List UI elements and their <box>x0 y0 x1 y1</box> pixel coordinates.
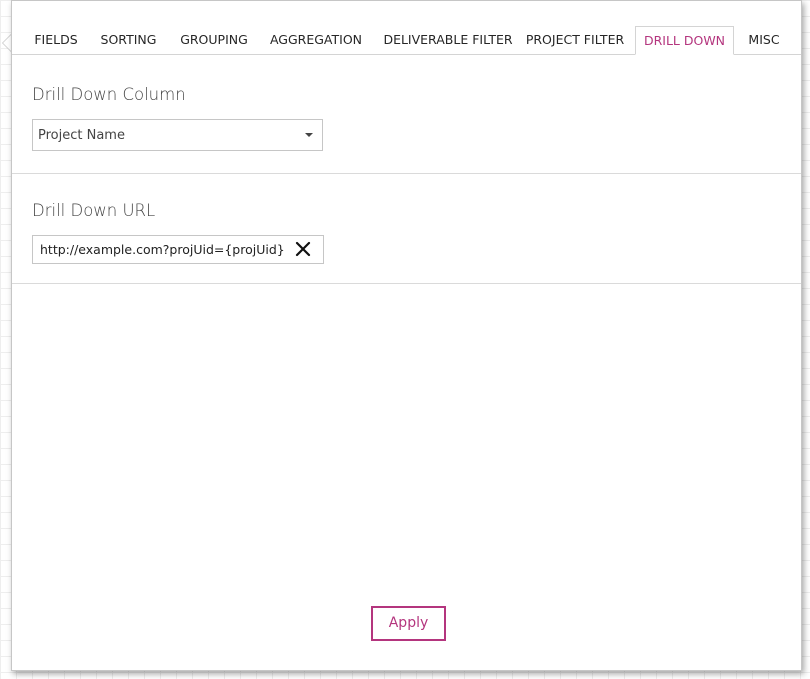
tab-drill-down[interactable]: DRILL DOWN <box>635 26 734 55</box>
drill-down-url-field <box>32 235 324 264</box>
tab-misc[interactable]: MISC <box>738 26 790 53</box>
tab-grouping[interactable]: GROUPING <box>174 26 254 53</box>
tab-aggregation[interactable]: AGGREGATION <box>266 26 366 53</box>
drill-down-column-select[interactable]: Project Name <box>32 119 323 151</box>
tab-bar: FIELDS SORTING GROUPING AGGREGATION DELI… <box>12 26 801 55</box>
tab-fields[interactable]: FIELDS <box>27 26 85 53</box>
drill-down-column-selected-value: Project Name <box>38 128 125 143</box>
apply-button[interactable]: Apply <box>371 606 446 641</box>
chevron-down-icon <box>305 133 313 137</box>
close-x-icon[interactable] <box>295 241 311 257</box>
tab-project-filter[interactable]: PROJECT FILTER <box>522 26 628 53</box>
tab-sorting[interactable]: SORTING <box>95 26 162 53</box>
drill-down-url-heading: Drill Down URL <box>32 201 156 220</box>
section-divider <box>12 173 801 174</box>
drill-down-column-heading: Drill Down Column <box>32 85 186 104</box>
tab-deliverable-filter[interactable]: DELIVERABLE FILTER <box>378 26 518 53</box>
drill-down-settings-panel: FIELDS SORTING GROUPING AGGREGATION DELI… <box>11 0 802 671</box>
section-divider <box>12 283 801 284</box>
drill-down-url-input[interactable] <box>33 236 290 263</box>
